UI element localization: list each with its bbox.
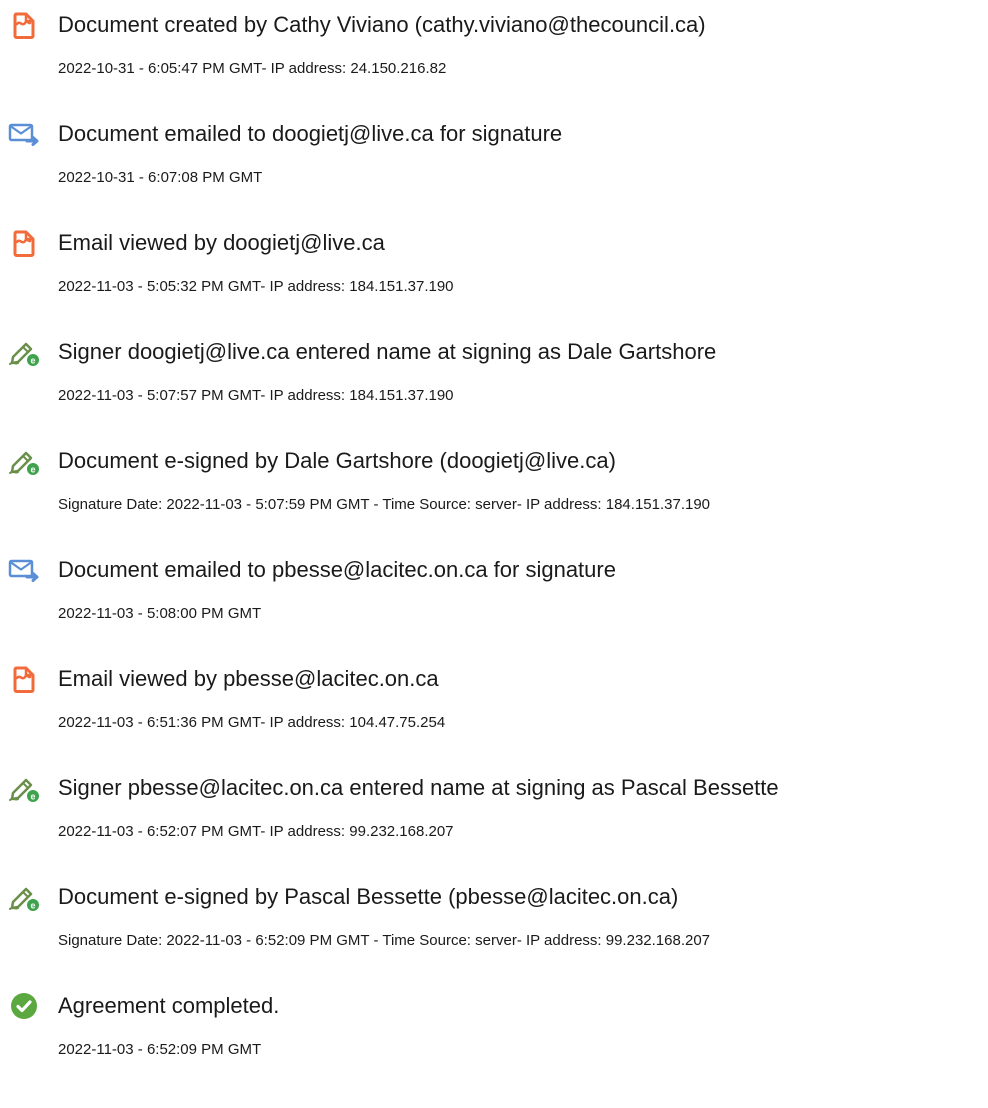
- email-sent-icon: [8, 118, 40, 150]
- event-title: Document created by Cathy Viviano (cathy…: [58, 12, 706, 37]
- document-created-icon: [8, 9, 40, 41]
- event-document-esigned: e Document e-signed by Dale Gartshore (d…: [0, 436, 988, 536]
- event-timestamp: 2022-11-03 - 5:08:00 PM GMT: [58, 605, 262, 622]
- event-title: Signer pbesse@lacitec.on.ca entered name…: [58, 775, 779, 800]
- event-timestamp: 2022-11-03 - 6:52:07 PM GMT- IP address:…: [58, 823, 454, 840]
- event-title: Agreement completed.: [58, 993, 280, 1018]
- event-title: Document emailed to doogietj@live.ca for…: [58, 121, 563, 146]
- event-document-emailed: Document emailed to pbesse@lacitec.on.ca…: [0, 545, 988, 645]
- event-timestamp: Signature Date: 2022-11-03 - 6:52:09 PM …: [58, 932, 711, 949]
- event-email-viewed: Email viewed by pbesse@lacitec.on.ca 202…: [0, 654, 988, 754]
- event-title: Email viewed by pbesse@lacitec.on.ca: [58, 666, 439, 691]
- svg-text:e: e: [30, 356, 35, 366]
- esign-pen-icon: e: [8, 881, 40, 913]
- event-timestamp: 2022-10-31 - 6:05:47 PM GMT- IP address:…: [58, 60, 447, 77]
- check-circle-icon: [8, 990, 40, 1022]
- event-signer-name-entered: e Signer doogietj@live.ca entered name a…: [0, 327, 988, 427]
- esign-pen-icon: e: [8, 772, 40, 804]
- event-title: Document e-signed by Pascal Bessette (pb…: [58, 884, 679, 909]
- esign-pen-icon: e: [8, 336, 40, 368]
- event-timestamp: Signature Date: 2022-11-03 - 5:07:59 PM …: [58, 496, 711, 513]
- svg-text:e: e: [30, 465, 35, 475]
- document-viewed-icon: [8, 663, 40, 695]
- svg-text:e: e: [30, 792, 35, 802]
- event-signer-name-entered: e Signer pbesse@lacitec.on.ca entered na…: [0, 763, 988, 863]
- event-title: Document emailed to pbesse@lacitec.on.ca…: [58, 557, 616, 582]
- document-viewed-icon: [8, 227, 40, 259]
- event-email-viewed: Email viewed by doogietj@live.ca 2022-11…: [0, 218, 988, 318]
- event-document-esigned: e Document e-signed by Pascal Bessette (…: [0, 872, 988, 972]
- event-timestamp: 2022-11-03 - 6:51:36 PM GMT- IP address:…: [58, 714, 446, 731]
- email-sent-icon: [8, 554, 40, 586]
- event-document-created: Document created by Cathy Viviano (cathy…: [0, 0, 988, 100]
- event-agreement-completed: Agreement completed. 2022-11-03 - 6:52:0…: [0, 981, 988, 1081]
- event-document-emailed: Document emailed to doogietj@live.ca for…: [0, 109, 988, 209]
- event-title: Signer doogietj@live.ca entered name at …: [58, 339, 717, 364]
- event-title: Email viewed by doogietj@live.ca: [58, 230, 385, 255]
- event-timestamp: 2022-10-31 - 6:07:08 PM GMT: [58, 169, 263, 186]
- svg-text:e: e: [30, 901, 35, 911]
- event-timestamp: 2022-11-03 - 6:52:09 PM GMT: [58, 1041, 262, 1058]
- event-timestamp: 2022-11-03 - 5:07:57 PM GMT- IP address:…: [58, 387, 454, 404]
- event-timestamp: 2022-11-03 - 5:05:32 PM GMT- IP address:…: [58, 278, 454, 295]
- event-title: Document e-signed by Dale Gartshore (doo…: [58, 448, 616, 473]
- esign-pen-icon: e: [8, 445, 40, 477]
